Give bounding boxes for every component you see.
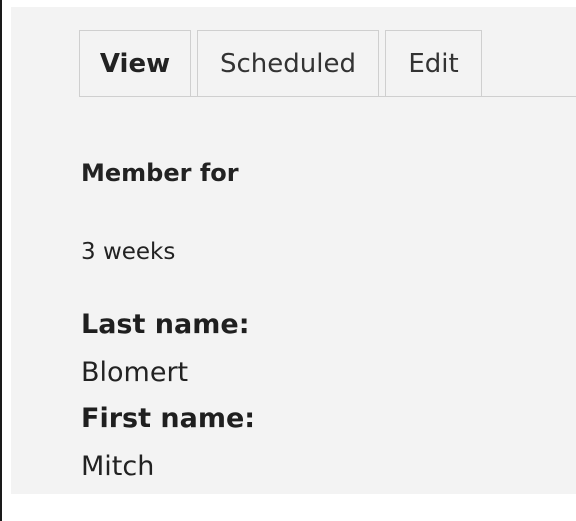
tab-view[interactable]: View bbox=[79, 30, 191, 96]
main-content: View Scheduled Edit Member for 3 weeks L… bbox=[11, 7, 576, 494]
first-name-value: Mitch bbox=[81, 451, 155, 482]
page-frame: View Scheduled Edit Member for 3 weeks L… bbox=[0, 0, 576, 521]
tab-bar: View Scheduled Edit bbox=[79, 30, 576, 97]
tab-scheduled[interactable]: Scheduled bbox=[197, 30, 379, 96]
tab-edit[interactable]: Edit bbox=[385, 30, 482, 96]
first-name-label: First name: bbox=[81, 403, 256, 434]
last-name-label: Last name: bbox=[81, 309, 250, 340]
last-name-value: Blomert bbox=[81, 357, 189, 388]
member-for-label: Member for bbox=[81, 159, 239, 187]
member-for-value: 3 weeks bbox=[81, 239, 176, 265]
